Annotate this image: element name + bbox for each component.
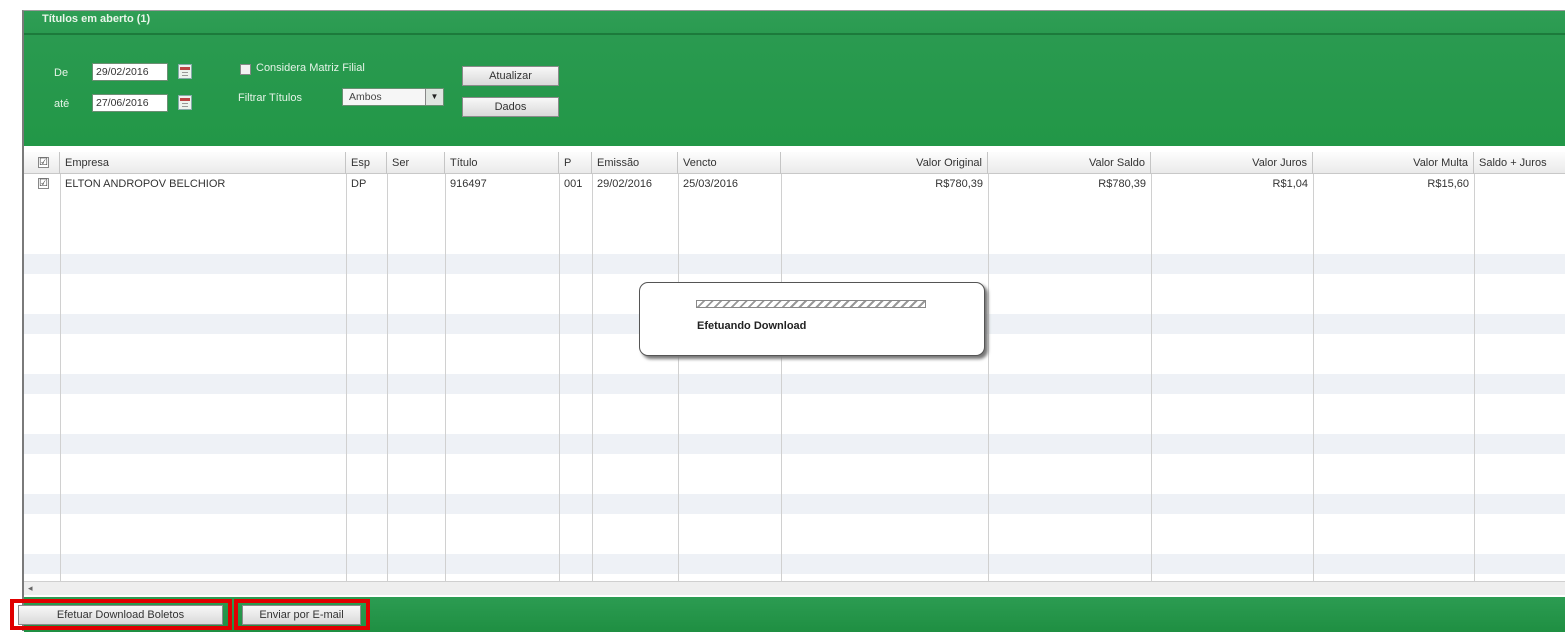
column-divider [387, 174, 388, 581]
scroll-left-icon[interactable]: ◂ [28, 582, 33, 595]
column-emissao[interactable]: Emissão [592, 152, 678, 174]
column-divider [445, 174, 446, 581]
table-row-empty [24, 254, 1565, 274]
chevron-down-icon[interactable]: ▼ [425, 89, 443, 105]
filter-panel: Títulos em aberto (1) De até Considera M… [24, 11, 1565, 146]
considera-matriz-label: Considera Matriz Filial [256, 62, 365, 74]
column-divider [346, 174, 347, 581]
table-row-empty [24, 554, 1565, 574]
table-row-empty [24, 434, 1565, 454]
column-ser[interactable]: Ser [387, 152, 445, 174]
column-valor-juros[interactable]: Valor Juros [1151, 152, 1313, 174]
cell-p: 001 [564, 178, 583, 190]
column-divider [1474, 174, 1475, 581]
cell-titulo: 916497 [450, 178, 487, 190]
select-all-checkbox[interactable]: ☑ [38, 157, 49, 168]
select-all-column[interactable]: ☑ [24, 152, 60, 174]
column-p[interactable]: P [559, 152, 592, 174]
table-row[interactable]: ☑ ELTON ANDROPOV BELCHIOR DP 916497 001 … [24, 174, 1565, 194]
filtrar-titulos-label: Filtrar Títulos [238, 92, 302, 104]
cell-valor-saldo: R$780,39 [1098, 178, 1146, 190]
download-status-text: Efetuando Download [697, 320, 807, 332]
main-window: Títulos em aberto (1) De até Considera M… [10, 10, 1565, 632]
horizontal-scrollbar[interactable]: ◂ [24, 581, 1565, 595]
column-divider [60, 174, 61, 581]
cell-valor-juros: R$1,04 [1272, 178, 1308, 190]
column-valor-original[interactable]: Valor Original [781, 152, 988, 174]
column-divider [592, 174, 593, 581]
date-from-input[interactable] [92, 63, 168, 81]
cell-emissao: 29/02/2016 [597, 178, 653, 190]
footer-bar: Efetuar Download Boletos Enviar por E-ma… [10, 597, 1565, 632]
column-saldo-juros[interactable]: Saldo + Juros [1474, 152, 1565, 174]
date-to-input[interactable] [92, 94, 168, 112]
column-esp[interactable]: Esp [346, 152, 387, 174]
header-divider [24, 33, 1565, 35]
dados-button[interactable]: Dados [462, 97, 559, 117]
row-checkbox[interactable]: ☑ [38, 178, 49, 189]
calendar-icon[interactable] [178, 64, 192, 79]
cell-esp: DP [351, 178, 367, 190]
window-title: Títulos em aberto (1) [42, 13, 151, 25]
progress-bar [696, 300, 926, 308]
table-body: ☑ ELTON ANDROPOV BELCHIOR DP 916497 001 … [24, 174, 1565, 581]
cell-vencto: 25/03/2016 [683, 178, 739, 190]
column-divider [781, 174, 782, 581]
atualizar-button[interactable]: Atualizar [462, 66, 559, 86]
calendar-icon[interactable] [178, 95, 192, 110]
table-header: ☑ Empresa Esp Ser Título P Emissão Venct… [24, 152, 1565, 174]
cell-valor-multa: R$15,60 [1427, 178, 1469, 190]
download-boletos-button[interactable]: Efetuar Download Boletos [18, 605, 223, 625]
download-dialog: Efetuando Download [639, 282, 985, 356]
cell-valor-original: R$780,39 [935, 178, 983, 190]
date-to-label: até [54, 98, 70, 110]
column-titulo[interactable]: Título [445, 152, 559, 174]
filtrar-titulos-value: Ambos [349, 91, 382, 103]
column-empresa[interactable]: Empresa [60, 152, 346, 174]
date-from-label: De [54, 67, 69, 79]
considera-matriz-checkbox[interactable] [240, 64, 251, 75]
column-valor-saldo[interactable]: Valor Saldo [988, 152, 1151, 174]
column-divider [1313, 174, 1314, 581]
cell-empresa: ELTON ANDROPOV BELCHIOR [65, 178, 226, 190]
cell-saldo-juros [1474, 174, 1565, 194]
table-row-empty [24, 374, 1565, 394]
column-vencto[interactable]: Vencto [678, 152, 781, 174]
column-divider [1151, 174, 1152, 581]
column-valor-multa[interactable]: Valor Multa [1313, 152, 1474, 174]
column-divider [559, 174, 560, 581]
filtrar-titulos-select[interactable]: Ambos ▼ [342, 88, 444, 106]
cell-ser [387, 174, 445, 194]
table-row-empty [24, 494, 1565, 514]
column-divider [988, 174, 989, 581]
send-email-button[interactable]: Enviar por E-mail [242, 605, 361, 625]
column-divider [678, 174, 679, 581]
